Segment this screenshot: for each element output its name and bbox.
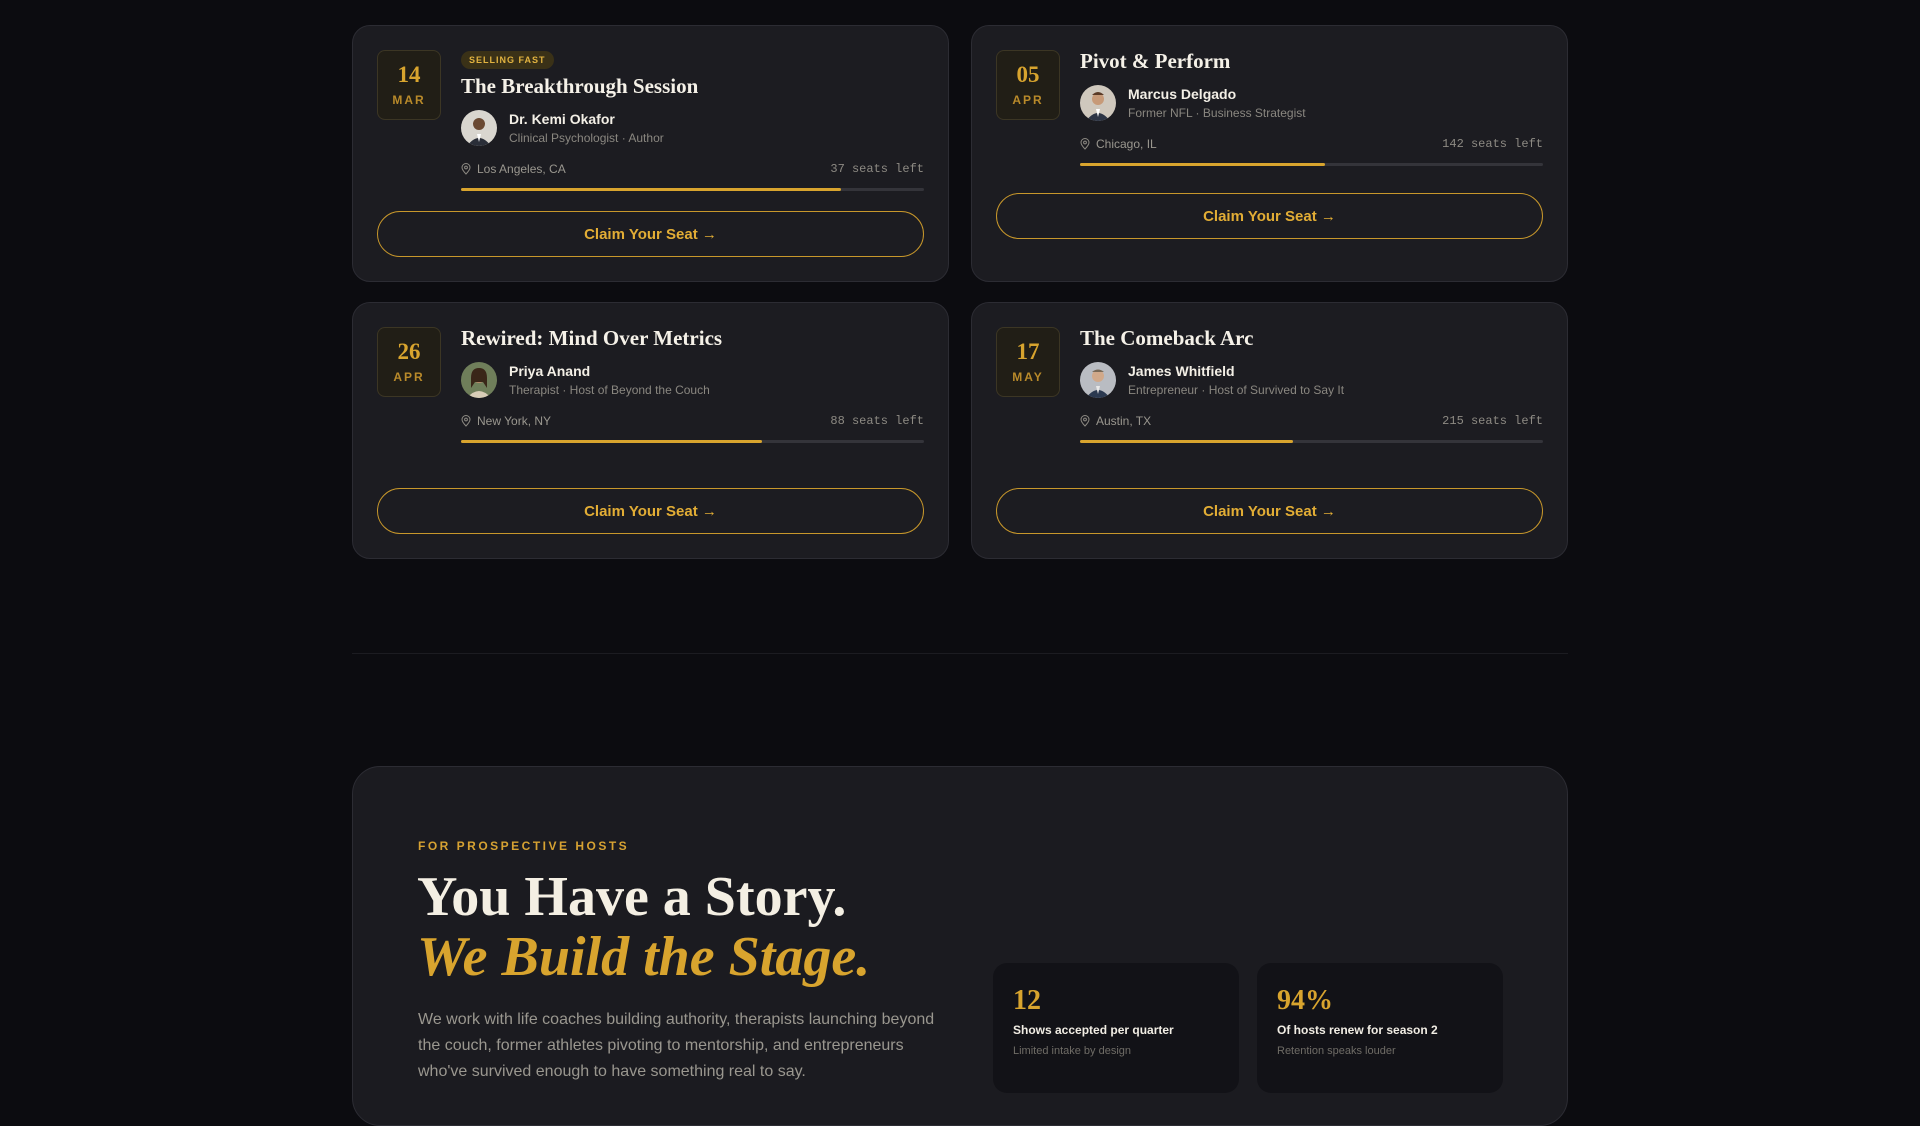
host-avatar <box>461 362 497 399</box>
event-date: 17 MAY <box>996 327 1060 397</box>
progress-fill <box>461 440 762 444</box>
seats-progress-bar <box>461 188 924 192</box>
event-host: Priya Anand Therapist · Host of Beyond t… <box>461 362 924 399</box>
seats-progress-bar <box>461 440 924 444</box>
stat-label: Of hosts renew for season 2 <box>1277 1023 1438 1037</box>
stat-number: 94% <box>1277 985 1333 1016</box>
map-pin-icon <box>461 415 471 427</box>
event-card: 05 APR Pivot & Perform Marcus Delgado Fo… <box>971 25 1568 282</box>
seats-progress-bar <box>1080 440 1543 444</box>
event-host: Dr. Kemi Okafor Clinical Psychologist · … <box>461 110 924 147</box>
events-grid: 14 MAR SELLING FAST The Breakthrough Ses… <box>352 25 1568 559</box>
event-date: 14 MAR <box>377 50 441 120</box>
event-title: Pivot & Perform <box>1080 49 1231 73</box>
location-label: Chicago, IL <box>1096 137 1157 152</box>
progress-fill <box>1080 440 1293 444</box>
location-label: Austin, TX <box>1096 414 1152 429</box>
host-role: Former NFL · Business Strategist <box>1128 106 1306 121</box>
event-day: 26 <box>397 339 421 364</box>
host-avatar <box>1080 362 1116 399</box>
stat-sub: Retention speaks louder <box>1277 1045 1396 1057</box>
event-host: James Whitfield Entrepreneur · Host of S… <box>1080 362 1543 399</box>
event-host: Marcus Delgado Former NFL · Business Str… <box>1080 85 1543 122</box>
host-name: Marcus Delgado <box>1128 86 1237 103</box>
event-month: MAR <box>392 93 426 107</box>
section-divider <box>352 653 1568 654</box>
seats-left: 142 seats left <box>1442 137 1543 152</box>
event-card: 14 MAR SELLING FAST The Breakthrough Ses… <box>352 25 949 282</box>
stat-number: 12 <box>1013 985 1041 1016</box>
event-month: MAY <box>1012 370 1044 384</box>
event-day: 05 <box>1016 62 1040 87</box>
seats-left: 88 seats left <box>830 414 924 429</box>
map-pin-icon <box>461 163 471 175</box>
progress-fill <box>461 188 841 192</box>
event-location: Chicago, IL <box>1080 137 1157 151</box>
event-location: Austin, TX <box>1080 414 1151 428</box>
section-eyebrow: FOR PROSPECTIVE HOSTS <box>418 839 630 853</box>
host-name: Dr. Kemi Okafor <box>509 111 615 128</box>
stat-label: Shows accepted per quarter <box>1013 1023 1174 1037</box>
stat-card: 12 Shows accepted per quarter Limited in… <box>993 963 1239 1093</box>
progress-fill <box>1080 163 1326 167</box>
claim-seat-button[interactable]: Claim Your Seat → <box>996 193 1543 239</box>
event-card: 17 MAY The Comeback Arc James Whitfield … <box>971 302 1568 559</box>
claim-seat-button[interactable]: Claim Your Seat → <box>996 488 1543 534</box>
seats-left: 215 seats left <box>1442 414 1543 429</box>
prospective-hosts-section: FOR PROSPECTIVE HOSTS You Have a Story. … <box>352 766 1568 1126</box>
selling-fast-badge: SELLING FAST <box>461 51 554 69</box>
event-location: Los Angeles, CA <box>461 162 566 176</box>
host-name: James Whitfield <box>1128 363 1235 380</box>
host-role: Therapist · Host of Beyond the Couch <box>509 383 710 398</box>
claim-seat-button[interactable]: Claim Your Seat → <box>377 488 924 534</box>
event-title: The Comeback Arc <box>1080 326 1254 350</box>
event-card: 26 APR Rewired: Mind Over Metrics Priya … <box>352 302 949 559</box>
seats-left: 37 seats left <box>830 162 924 177</box>
event-title: Rewired: Mind Over Metrics <box>461 326 723 350</box>
map-pin-icon <box>1080 415 1090 427</box>
location-label: Los Angeles, CA <box>477 162 566 177</box>
seats-progress-bar <box>1080 163 1543 167</box>
headline-primary: You Have a Story. <box>417 866 847 928</box>
host-avatar <box>461 110 497 147</box>
event-date: 26 APR <box>377 327 441 397</box>
host-avatar <box>1080 85 1116 122</box>
location-label: New York, NY <box>477 414 552 429</box>
event-location: New York, NY <box>461 414 551 428</box>
map-pin-icon <box>1080 138 1090 150</box>
host-role: Clinical Psychologist · Author <box>509 131 664 146</box>
event-title: The Breakthrough Session <box>461 74 699 98</box>
event-date: 05 APR <box>996 50 1060 120</box>
claim-seat-button[interactable]: Claim Your Seat → <box>377 211 924 257</box>
event-day: 17 <box>1016 339 1040 364</box>
event-month: APR <box>1012 93 1044 107</box>
host-role: Entrepreneur · Host of Survived to Say I… <box>1128 383 1345 398</box>
event-month: APR <box>393 370 425 384</box>
stat-card: 94% Of hosts renew for season 2 Retentio… <box>1257 963 1503 1093</box>
section-lead: We work with life coaches building autho… <box>418 1011 935 1080</box>
stat-sub: Limited intake by design <box>1013 1045 1132 1057</box>
headline-accent: We Build the Stage. <box>417 926 871 988</box>
event-day: 14 <box>397 62 421 87</box>
host-name: Priya Anand <box>509 363 591 380</box>
